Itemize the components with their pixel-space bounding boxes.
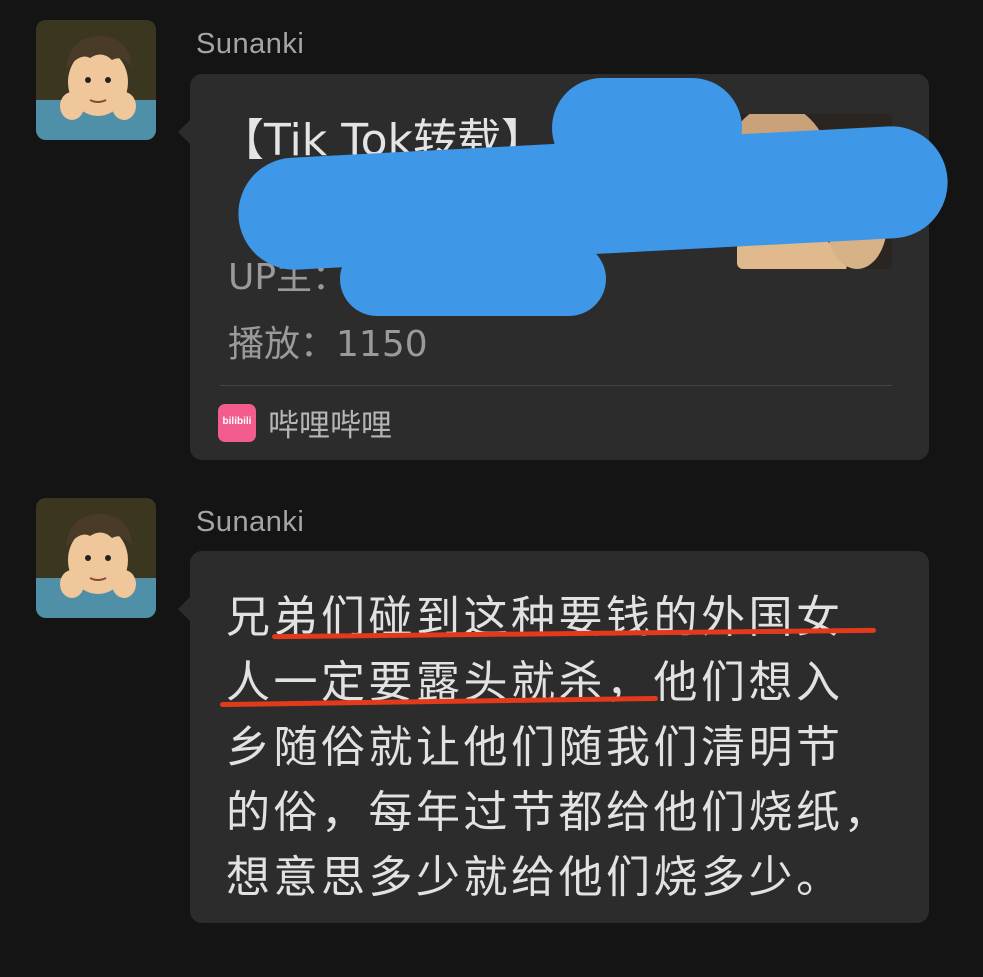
avatar-illustration <box>36 20 156 140</box>
sender-name: Sunanki <box>196 506 305 538</box>
bubble-tail <box>178 597 190 621</box>
message-line: 想意思多少就给他们烧多少。 <box>226 852 844 903</box>
message-line: 乡随俗就让他们随我们清明节 <box>226 722 844 773</box>
avatar[interactable] <box>36 20 156 140</box>
bilibili-icon-text: bilibili <box>222 416 252 427</box>
avatar[interactable] <box>36 498 156 618</box>
plays-count: 1150 <box>336 324 428 365</box>
card-plays: 播放：1150 <box>228 315 428 367</box>
text-message-bubble[interactable]: 兄弟们碰到这种要钱的外国女 人一定要露头就杀，他们想入 乡随俗就让他们随我们清明… <box>178 551 929 923</box>
bubble-tail <box>178 120 190 144</box>
bilibili-icon: bilibili <box>218 404 256 442</box>
avatar-illustration <box>36 498 156 618</box>
redaction-mark <box>340 242 606 316</box>
message-line: 的俗，每年过节都给他们烧纸， <box>226 787 891 838</box>
link-card-bubble[interactable]: 【Tik Tok转载】 UP主： 播放：1150 bilibili 哔哩哔哩 <box>178 74 951 460</box>
plays-label: 播放： <box>228 324 337 365</box>
card-divider <box>220 385 892 386</box>
card-source: 哔哩哔哩 <box>268 408 392 444</box>
sender-name: Sunanki <box>196 28 305 60</box>
